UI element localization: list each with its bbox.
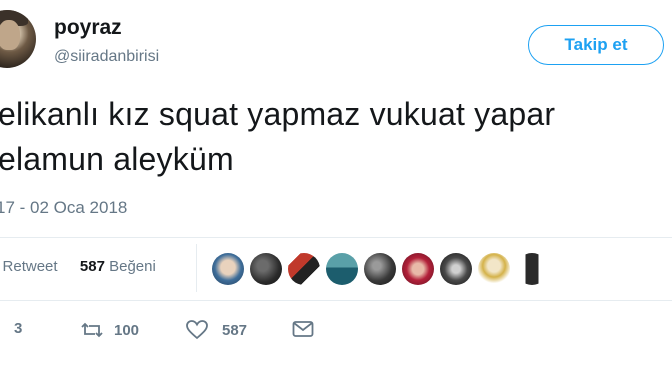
username[interactable]: @siiradanbirisi (54, 48, 159, 66)
divider (0, 237, 672, 238)
direct-message-button[interactable] (292, 320, 314, 338)
liker-avatar[interactable] (402, 253, 434, 285)
liker-avatar[interactable] (212, 253, 244, 285)
display-name[interactable]: poyraz (54, 16, 122, 40)
liker-avatar[interactable] (516, 253, 548, 285)
tweet-text-line-2: elamun aleyküm (0, 141, 234, 177)
liker-avatar[interactable] (250, 253, 282, 285)
tweet-text-line-1: elikanlı kız squat yapmaz vukuat yapar (0, 96, 556, 132)
envelope-icon (292, 321, 314, 337)
heart-icon (186, 320, 208, 340)
reply-count: 3 (14, 320, 23, 337)
tweet-timestamp[interactable]: 17 - 02 Oca 2018 (0, 198, 127, 218)
like-count[interactable]: 587 (80, 258, 105, 275)
liker-avatar[interactable] (478, 253, 510, 285)
retweet-icon (81, 322, 103, 338)
liker-avatar[interactable] (364, 253, 396, 285)
like-label[interactable]: Beğeni (109, 258, 156, 275)
retweet-label[interactable]: Retweet (3, 258, 58, 275)
retweet-button[interactable]: 100 (80, 320, 139, 340)
avatar[interactable] (0, 10, 36, 68)
liker-avatar[interactable] (326, 253, 358, 285)
divider (0, 300, 672, 301)
tweet-stats: 0 Retweet 587 Beğeni (0, 258, 156, 275)
like-button[interactable]: 587 (186, 320, 247, 340)
liker-avatar[interactable] (288, 253, 320, 285)
stats-separator (196, 244, 197, 292)
follow-button[interactable]: Takip et (528, 25, 664, 65)
retweet-action-count: 100 (114, 321, 140, 339)
liker-avatar[interactable] (440, 253, 472, 285)
like-action-count: 587 (222, 321, 248, 339)
reply-button[interactable]: 3 (0, 320, 22, 337)
